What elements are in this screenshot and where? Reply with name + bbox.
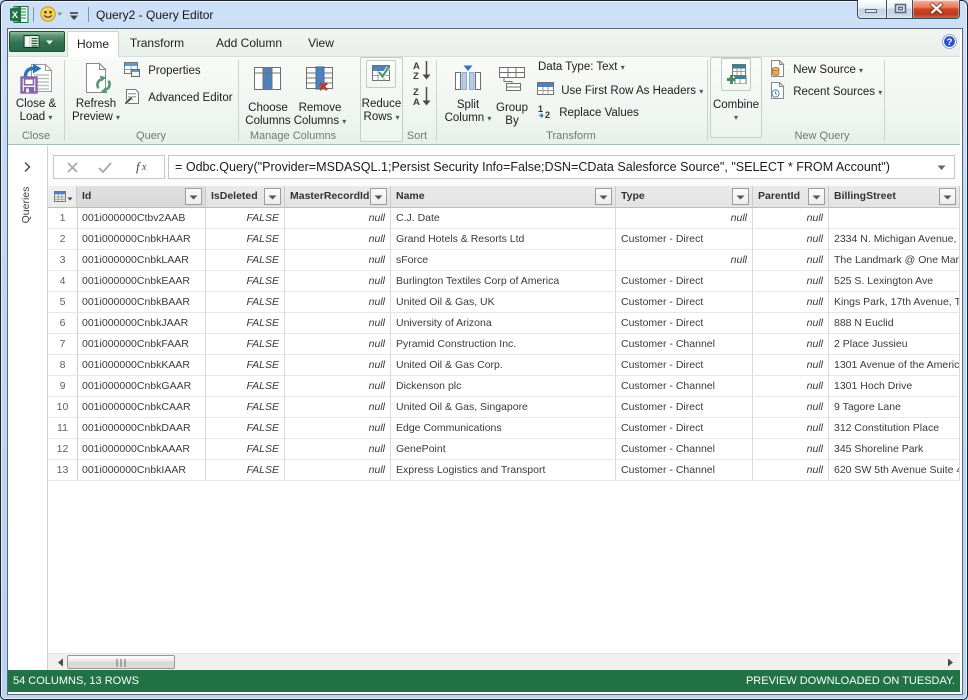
svg-text:1: 1 — [538, 104, 543, 114]
svg-text:A: A — [413, 97, 420, 107]
svg-text:2: 2 — [545, 110, 550, 119]
svg-text:?: ? — [947, 37, 953, 48]
svg-text:X: X — [12, 10, 19, 21]
svg-text:Z: Z — [413, 71, 419, 81]
